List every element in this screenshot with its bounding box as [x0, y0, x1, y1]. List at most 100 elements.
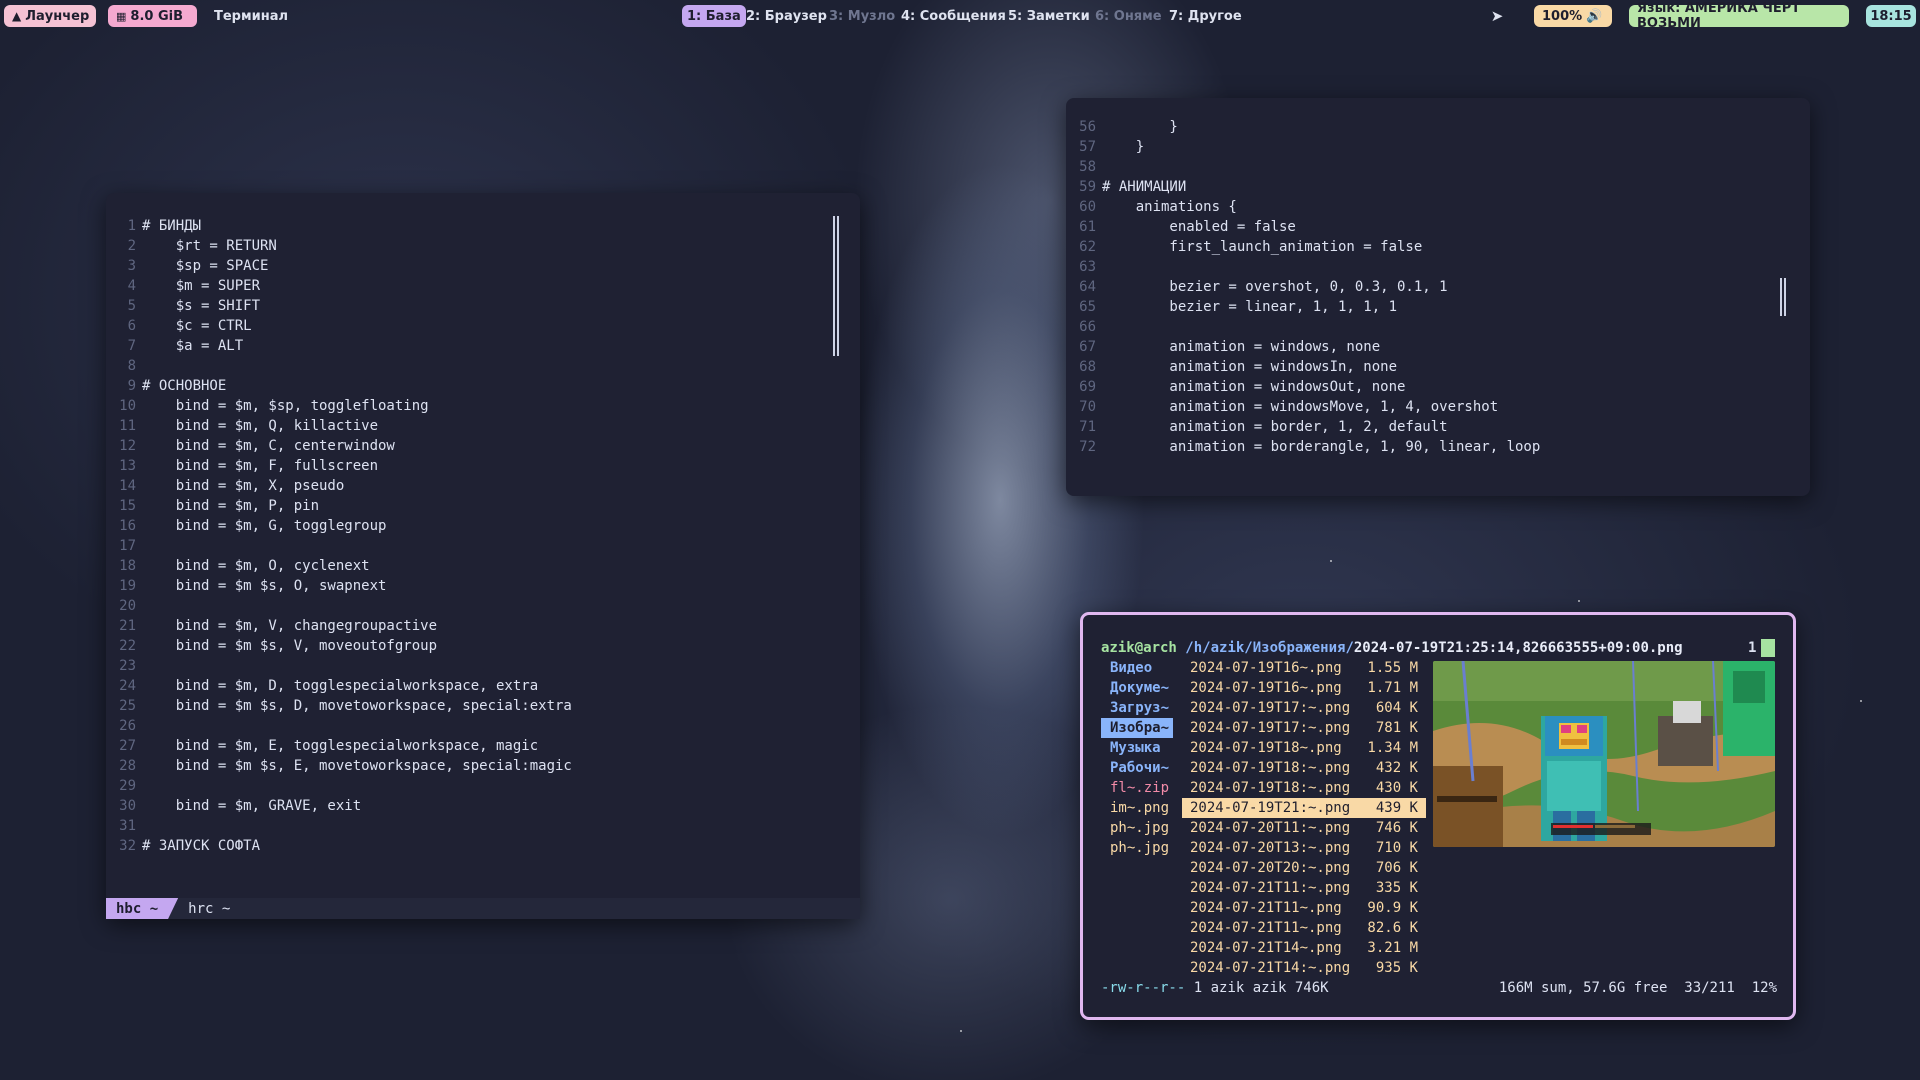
- buffer-tab[interactable]: hrc ~: [178, 901, 240, 917]
- workspace-7[interactable]: 7: Другое: [1164, 5, 1247, 27]
- fm-file-row[interactable]: 2024-07-19T17:~.png 781 K: [1182, 718, 1426, 738]
- fm-file-row[interactable]: 2024-07-20T20:~.png 706 K: [1182, 858, 1426, 878]
- code-line[interactable]: 16 bind = $m, G, togglegroup: [106, 516, 572, 536]
- fm-file-row[interactable]: 2024-07-21T11:~.png 335 K: [1182, 878, 1426, 898]
- fm-file-row[interactable]: 2024-07-19T16~.png 1.71 M: [1182, 678, 1426, 698]
- code-line[interactable]: 25 bind = $m $s, D, movetoworkspace, spe…: [106, 696, 572, 716]
- fm-parent-entry[interactable]: Изобра~: [1101, 718, 1173, 738]
- code-line[interactable]: 29: [106, 776, 572, 796]
- fm-file-row[interactable]: 2024-07-19T16~.png 1.55 M: [1182, 658, 1426, 678]
- code-line[interactable]: 64 bezier = overshot, 0, 0.3, 0.1, 1: [1066, 277, 1540, 297]
- telegram-tray-icon[interactable]: ➤: [1486, 5, 1508, 27]
- code-area[interactable]: 1 # БИНДЫ 2 $rt = RETURN 3 $sp = SPACE 4 $m …: [106, 216, 572, 856]
- code-line[interactable]: 18 bind = $m, O, cyclenext: [106, 556, 572, 576]
- code-line[interactable]: 56 }: [1066, 117, 1540, 137]
- code-line[interactable]: 4 $m = SUPER: [106, 276, 572, 296]
- fm-file-row[interactable]: 2024-07-19T21:~.png 439 K: [1182, 798, 1426, 818]
- code-line[interactable]: 62 first_launch_animation = false: [1066, 237, 1540, 257]
- file-manager-window[interactable]: azik@arch /h/azik/Изображения/2024-07-19…: [1080, 612, 1796, 1020]
- code-area[interactable]: 56 } 57 } 58 59 # АНИМАЦИИ 60 animations {61 …: [1066, 117, 1540, 457]
- code-line[interactable]: 67 animation = windows, none: [1066, 337, 1540, 357]
- code-line[interactable]: 72 animation = borderangle, 1, 90, linea…: [1066, 437, 1540, 457]
- code-line[interactable]: 12 bind = $m, C, centerwindow: [106, 436, 572, 456]
- fm-file-row[interactable]: 2024-07-21T11~.png 90.9 K: [1182, 898, 1426, 918]
- keyboard-layout-widget[interactable]: Язык: АМЕРИКА ЧЁРТ ВОЗЬМИ: [1629, 1, 1849, 31]
- workspace-4[interactable]: 4: Сообщения: [896, 5, 1011, 27]
- code-line[interactable]: 65 bezier = linear, 1, 1, 1, 1: [1066, 297, 1540, 317]
- code-line[interactable]: 63: [1066, 257, 1540, 277]
- fm-parent-entry[interactable]: ph~.jpg: [1101, 818, 1173, 838]
- code-line[interactable]: 17: [106, 536, 572, 556]
- code-line[interactable]: 59 # АНИМАЦИИ: [1066, 177, 1540, 197]
- fm-parent-entry[interactable]: Музыка: [1101, 738, 1173, 758]
- fm-parent-entry[interactable]: Видео: [1101, 658, 1173, 678]
- fm-file-row[interactable]: 2024-07-20T13:~.png 710 K: [1182, 838, 1426, 858]
- code-line[interactable]: 28 bind = $m $s, E, movetoworkspace, spe…: [106, 756, 572, 776]
- code-line[interactable]: 2 $rt = RETURN: [106, 236, 572, 256]
- fm-file-row[interactable]: 2024-07-19T18:~.png 430 K: [1182, 778, 1426, 798]
- code-line[interactable]: 19 bind = $m $s, O, swapnext: [106, 576, 572, 596]
- code-line[interactable]: 70 animation = windowsMove, 1, 4, oversh…: [1066, 397, 1540, 417]
- code-line[interactable]: 30 bind = $m, GRAVE, exit: [106, 796, 572, 816]
- code-line[interactable]: 66: [1066, 317, 1540, 337]
- code-line[interactable]: 21 bind = $m, V, changegroupactive: [106, 616, 572, 636]
- code-line[interactable]: 6 $c = CTRL: [106, 316, 572, 336]
- code-line[interactable]: 60 animations {: [1066, 197, 1540, 217]
- editor-window-left[interactable]: 1 # БИНДЫ 2 $rt = RETURN 3 $sp = SPACE 4 $m …: [106, 193, 860, 919]
- fm-parent-entry[interactable]: Загруз~: [1101, 698, 1173, 718]
- fm-parent-entry[interactable]: im~.png: [1101, 798, 1173, 818]
- code-line[interactable]: 23: [106, 656, 572, 676]
- minecraft-screenshot-preview: [1433, 661, 1775, 847]
- code-line[interactable]: 11 bind = $m, Q, killactive: [106, 416, 572, 436]
- volume-widget[interactable]: 100% 🔊: [1534, 5, 1612, 27]
- code-line[interactable]: 8: [106, 356, 572, 376]
- fm-file-row[interactable]: 2024-07-19T17:~.png 604 K: [1182, 698, 1426, 718]
- code-line[interactable]: 26: [106, 716, 572, 736]
- code-line[interactable]: 58: [1066, 157, 1540, 177]
- code-line[interactable]: 32 # ЗАПУСК СОФТА: [106, 836, 572, 856]
- fm-file-row[interactable]: 2024-07-21T14~.png 3.21 M: [1182, 938, 1426, 958]
- code-line[interactable]: 27 bind = $m, E, togglespecialworkspace,…: [106, 736, 572, 756]
- fm-file-row[interactable]: 2024-07-19T18:~.png 432 K: [1182, 758, 1426, 778]
- workspace-5[interactable]: 5: Заметки: [1003, 5, 1095, 27]
- code-line[interactable]: 57 }: [1066, 137, 1540, 157]
- code-line[interactable]: 14 bind = $m, X, pseudo: [106, 476, 572, 496]
- code-line[interactable]: 61 enabled = false: [1066, 217, 1540, 237]
- memory-widget[interactable]: ▦ 8.0 GiB: [108, 5, 197, 27]
- fm-file-row[interactable]: 2024-07-19T18~.png 1.34 M: [1182, 738, 1426, 758]
- code-line[interactable]: 20: [106, 596, 572, 616]
- fm-file-row[interactable]: 2024-07-21T11~.png 82.6 K: [1182, 918, 1426, 938]
- workspace-2[interactable]: 2: Браузер: [741, 5, 832, 27]
- workspace-3[interactable]: 3: Музло: [824, 5, 900, 27]
- code-line[interactable]: 7 $a = ALT: [106, 336, 572, 356]
- line-number: 8: [127, 358, 136, 374]
- scrollbar[interactable]: [1780, 278, 1786, 316]
- fm-parent-entry[interactable]: fl~.zip: [1101, 778, 1173, 798]
- fm-parent-entry[interactable]: ph~.jpg: [1101, 838, 1173, 858]
- fm-file-row[interactable]: 2024-07-20T11:~.png 746 K: [1182, 818, 1426, 838]
- fm-parent-entry[interactable]: Докуме~: [1101, 678, 1173, 698]
- code-line[interactable]: 22 bind = $m $s, V, moveoutofgroup: [106, 636, 572, 656]
- code-line[interactable]: 15 bind = $m, P, pin: [106, 496, 572, 516]
- code-line[interactable]: 71 animation = border, 1, 2, default: [1066, 417, 1540, 437]
- code-line[interactable]: 5 $s = SHIFT: [106, 296, 572, 316]
- code-line[interactable]: 68 animation = windowsIn, none: [1066, 357, 1540, 377]
- scrollbar[interactable]: [833, 216, 839, 356]
- workspace-6[interactable]: 6: Оняме: [1090, 5, 1167, 27]
- fm-file-row[interactable]: 2024-07-21T14:~.png 935 K: [1182, 958, 1426, 978]
- code-line[interactable]: 9 # ОСНОВНОЕ: [106, 376, 572, 396]
- code-line[interactable]: 3 $sp = SPACE: [106, 256, 572, 276]
- code-line[interactable]: 1 # БИНДЫ: [106, 216, 572, 236]
- line-text: $sp = SPACE: [142, 258, 269, 274]
- code-line[interactable]: 69 animation = windowsOut, none: [1066, 377, 1540, 397]
- line-number: 18: [119, 558, 136, 574]
- code-line[interactable]: 24 bind = $m, D, togglespecialworkspace,…: [106, 676, 572, 696]
- buffer-tab-active[interactable]: hbc ~: [106, 898, 179, 919]
- code-line[interactable]: 13 bind = $m, F, fullscreen: [106, 456, 572, 476]
- workspace-1[interactable]: 1: База: [682, 5, 746, 27]
- fm-parent-entry[interactable]: Рабочи~: [1101, 758, 1173, 778]
- launcher-button[interactable]: ▲ Лаунчер: [4, 5, 96, 27]
- editor-window-right[interactable]: 56 } 57 } 58 59 # АНИМАЦИИ 60 animations {61 …: [1066, 98, 1810, 496]
- code-line[interactable]: 31: [106, 816, 572, 836]
- code-line[interactable]: 10 bind = $m, $sp, togglefloating: [106, 396, 572, 416]
